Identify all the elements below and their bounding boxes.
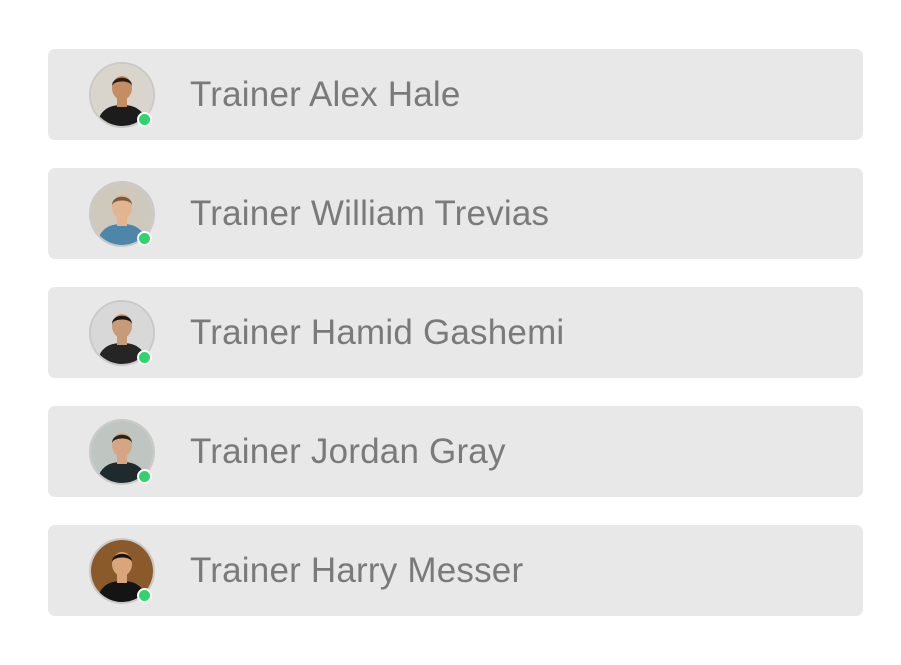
trainer-list: Trainer Alex Hale Trainer William Trevias… — [48, 49, 863, 644]
trainer-name: Trainer Harry Messer — [190, 550, 524, 590]
online-status-dot — [137, 587, 152, 603]
avatar-wrapper — [89, 418, 155, 485]
trainer-row[interactable]: Trainer Jordan Gray — [48, 406, 863, 497]
online-status-dot — [137, 230, 152, 246]
trainer-row[interactable]: Trainer Harry Messer — [48, 525, 863, 616]
trainer-row[interactable]: Trainer William Trevias — [48, 168, 863, 259]
avatar-wrapper — [89, 180, 155, 247]
trainer-name: Trainer William Trevias — [190, 193, 550, 233]
avatar-wrapper — [89, 299, 155, 366]
avatar-wrapper — [89, 537, 155, 604]
trainer-name: Trainer Hamid Gashemi — [190, 312, 565, 352]
online-status-dot — [137, 349, 152, 365]
trainer-name: Trainer Jordan Gray — [190, 431, 506, 471]
avatar-wrapper — [89, 61, 155, 128]
trainer-row[interactable]: Trainer Hamid Gashemi — [48, 287, 863, 378]
trainer-row[interactable]: Trainer Alex Hale — [48, 49, 863, 140]
trainer-name: Trainer Alex Hale — [190, 74, 461, 114]
online-status-dot — [137, 111, 152, 127]
online-status-dot — [137, 468, 152, 484]
